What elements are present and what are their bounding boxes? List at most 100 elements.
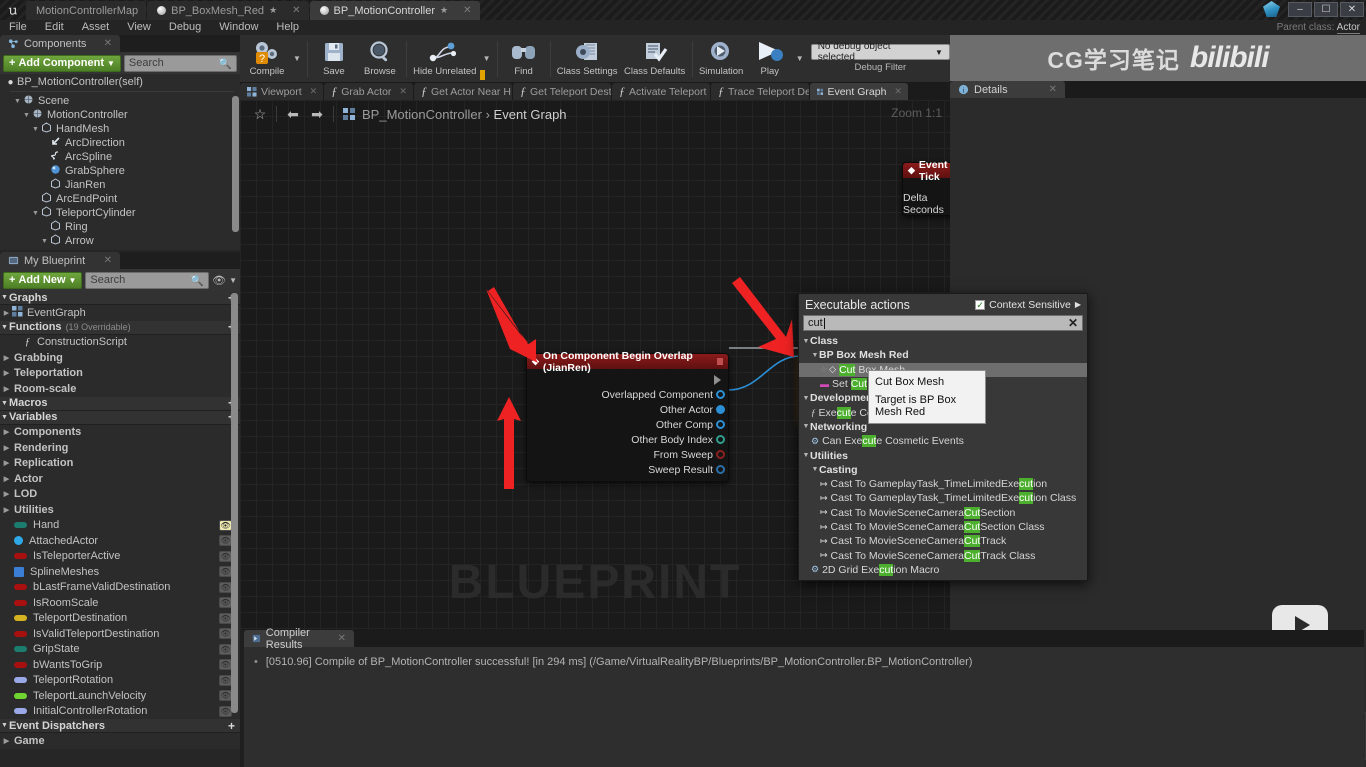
component-root[interactable]: ● BP_MotionController(self) [0, 74, 240, 90]
node-event-tick[interactable]: ◆ Event Tick Delta Seconds [902, 159, 950, 216]
expand-arrow-icon[interactable]: ▶ [2, 506, 11, 514]
forward-arrow-icon[interactable]: ➡ [305, 106, 329, 123]
variable-row[interactable]: TeleportLaunchVelocity 👁 [0, 688, 240, 704]
close-icon[interactable]: ✕ [399, 86, 407, 97]
graph-tab-trace-teleport-de[interactable]: ƒTrace Teleport De✕ [710, 83, 809, 100]
variable-row[interactable]: InitialControllerRotation 👁 [0, 704, 240, 720]
section-header-macros[interactable]: ▼Macros+ [0, 396, 240, 411]
menu-item-edit[interactable]: Edit [36, 20, 73, 35]
add-component-button[interactable]: + Add Component ▼ [3, 54, 121, 72]
chevron-down-icon[interactable]: ▼ [229, 276, 237, 285]
expand-arrow-icon[interactable]: ▶ [2, 309, 11, 317]
action-item-row[interactable]: ↦ Cast To MovieSceneCameraCutSection [799, 506, 1087, 520]
add-new-button[interactable]: + Add New ▼ [3, 271, 83, 289]
clear-icon[interactable]: ✕ [1068, 316, 1078, 330]
variable-row[interactable]: IsRoomScale 👁 [0, 595, 240, 611]
tree-item[interactable]: ▶ Room-scale [0, 381, 240, 397]
variable-row[interactable]: TeleportDestination 👁 [0, 611, 240, 627]
menu-item-file[interactable]: File [0, 20, 36, 35]
favorite-star-icon[interactable]: ☆ [248, 106, 272, 123]
expand-arrow-icon[interactable]: ▶ [2, 385, 11, 393]
tree-item[interactable]: ▶ Actor [0, 471, 240, 487]
expand-arrow-icon[interactable]: ▼ [802, 395, 810, 402]
toolbar-class-defaults[interactable]: Class Defaults [621, 36, 689, 82]
tab-my-blueprint[interactable]: My Blueprint ✕ [0, 252, 120, 269]
section-header-graphs[interactable]: ▼Graphs+ [0, 291, 240, 305]
variable-row[interactable]: Hand 👁 [0, 518, 240, 534]
pin-row-from-sweep[interactable]: From Sweep [527, 447, 728, 462]
toolbar-play[interactable]: Play [747, 36, 793, 82]
tab-compiler-results[interactable]: Compiler Results ✕ [244, 627, 354, 651]
myblueprint-scrollbar[interactable] [231, 293, 238, 713]
expand-arrow-icon[interactable]: ▼ [802, 452, 810, 459]
expand-arrow-icon[interactable]: ▶ [2, 354, 11, 362]
expand-arrow-icon[interactable]: ▼ [0, 324, 9, 331]
variable-row[interactable]: GripState 👁 [0, 642, 240, 658]
expand-arrow-icon[interactable]: ▼ [811, 352, 819, 359]
action-item-row[interactable]: ⚙ Can Execute Cosmetic Events [799, 434, 1087, 448]
expand-arrow-icon[interactable]: ▼ [31, 126, 40, 133]
tree-item[interactable]: ▶ Game [0, 733, 240, 749]
graph-tab-event-graph[interactable]: Event Graph ✕ [809, 83, 908, 100]
executable-actions-menu[interactable]: Executable actions ✓ Context Sensitive ▶… [798, 293, 1088, 581]
tree-item[interactable]: ▶Collision [0, 749, 240, 750]
close-icon[interactable]: ✕ [1049, 84, 1057, 95]
expand-arrow-icon[interactable]: ▶ [2, 444, 11, 452]
breadcrumb[interactable]: BP_MotionController › Event Graph [362, 107, 567, 122]
add-icon[interactable]: + [228, 719, 235, 733]
debug-object-select[interactable]: No debug object selected ▼ [810, 41, 950, 63]
close-icon[interactable]: ✕ [104, 38, 112, 49]
variable-row[interactable]: AttachedActor 👁 [0, 533, 240, 549]
component-tree-item[interactable]: ▼ Arrow [0, 234, 240, 248]
pin-row-exec-out[interactable] [527, 372, 728, 387]
component-tree-item[interactable]: ▼ MotionController [0, 108, 240, 122]
favorite-star-icon[interactable]: ☆ [820, 365, 827, 374]
toolbar-save[interactable]: Save [311, 36, 357, 82]
close-icon[interactable]: ✕ [292, 5, 300, 16]
component-tree-item[interactable]: GrabSphere [0, 164, 240, 178]
toolbar-browse[interactable]: Browse [357, 36, 403, 82]
variable-row[interactable]: bLastFrameValidDestination 👁 [0, 580, 240, 596]
chevron-down-icon[interactable]: ▼ [290, 54, 304, 63]
chevron-down-icon[interactable]: ▼ [793, 54, 807, 63]
close-icon[interactable]: ✕ [310, 86, 318, 97]
action-item-row[interactable]: ⚙ 2D Grid Execution Macro [799, 563, 1087, 577]
variable-row[interactable]: IsTeleporterActive 👁 [0, 549, 240, 565]
menu-item-window[interactable]: Window [210, 20, 267, 35]
expand-arrow-icon[interactable]: ▶ [2, 490, 11, 498]
tree-item[interactable]: ▶ Utilities [0, 502, 240, 518]
graph-tab-get-teleport-dest[interactable]: ƒGet Teleport Dest✕ [512, 83, 611, 100]
node-on-component-begin-overlap[interactable]: ◆ On Component Begin Overlap (JianRen) O… [526, 350, 729, 482]
component-tree-item[interactable]: ▼ Scene [0, 94, 240, 108]
tree-item[interactable]: ▶ Replication [0, 456, 240, 472]
tree-item[interactable]: ▶ Rendering [0, 440, 240, 456]
tree-item[interactable]: ▶ EventGraph [0, 305, 240, 321]
expand-arrow-icon[interactable]: ▼ [40, 238, 49, 245]
expand-arrow-icon[interactable]: ▶ [2, 428, 11, 436]
expand-arrow-icon[interactable]: ▼ [31, 210, 40, 217]
close-icon[interactable]: ✕ [894, 86, 902, 97]
expand-arrow-icon[interactable]: ▼ [0, 400, 9, 407]
close-icon[interactable]: ✕ [104, 255, 112, 266]
window-tab-bp-motioncontroller[interactable]: BP_MotionController ★ ✕ [309, 1, 480, 20]
action-item-row[interactable]: ↦ Cast To MovieSceneCameraCutSection Clas… [799, 520, 1087, 534]
expand-arrow-icon[interactable]: ▼ [0, 294, 9, 301]
action-item-row[interactable]: ↦ Cast To MovieSceneCameraCutTrack Class [799, 548, 1087, 562]
toolbar-find[interactable]: Find [501, 36, 547, 82]
action-category-row[interactable]: ▼ Utilities [799, 448, 1087, 462]
tree-item[interactable]: ▶ LOD [0, 487, 240, 503]
component-tree-item[interactable]: JianRen [0, 178, 240, 192]
expand-arrow-icon[interactable]: ▼ [0, 414, 9, 421]
component-tree-item[interactable]: ▼ HandMesh [0, 122, 240, 136]
context-sensitive-toggle[interactable]: ✓ Context Sensitive ▶ [975, 299, 1081, 311]
action-category-row[interactable]: ▼ Casting [799, 463, 1087, 477]
tab-components[interactable]: Components ✕ [0, 35, 120, 52]
expand-arrow-icon[interactable]: ▼ [811, 466, 819, 473]
minimize-button[interactable]: – [1288, 1, 1312, 17]
graph-tab-grab-actor[interactable]: ƒ Grab Actor ✕ [324, 83, 413, 100]
section-header-variables[interactable]: ▼Variables+ [0, 410, 240, 425]
maximize-button[interactable]: ☐ [1314, 1, 1338, 17]
menu-item-view[interactable]: View [118, 20, 160, 35]
graph-tab-get-actor-near-h[interactable]: ƒGet Actor Near H✕ [413, 83, 512, 100]
expand-arrow-icon[interactable]: ▼ [13, 98, 22, 105]
